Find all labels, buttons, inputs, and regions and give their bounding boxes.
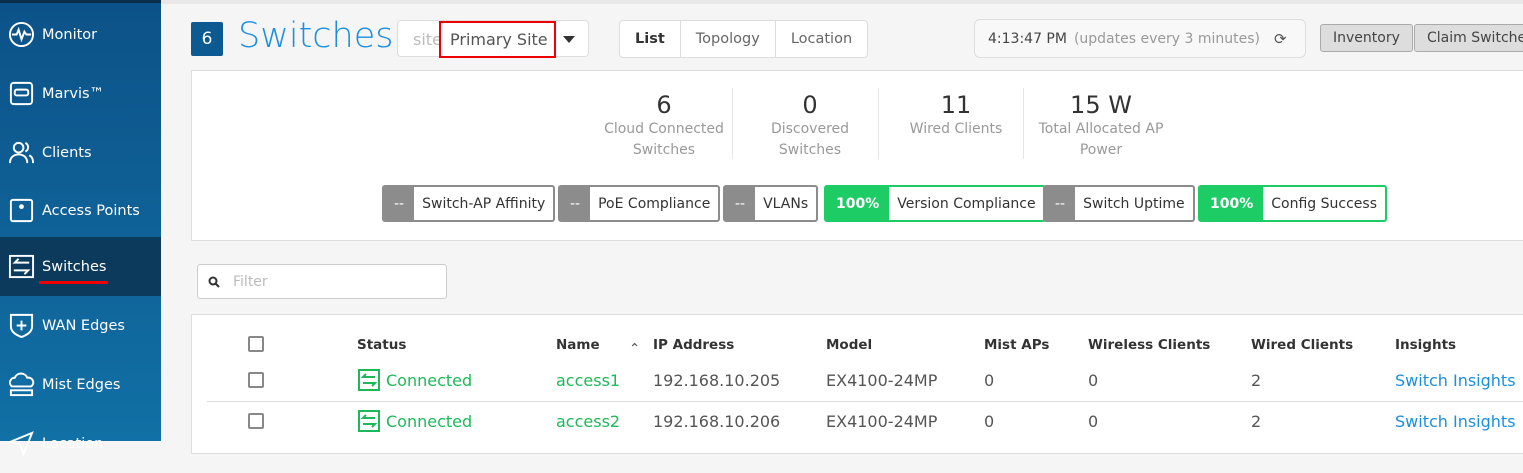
location-icon — [8, 431, 34, 457]
filter-input[interactable]: Filter — [197, 264, 447, 299]
access-point-icon — [9, 198, 34, 223]
ip-address: 192.168.10.206 — [653, 412, 781, 431]
sidebar-item-mist-edges[interactable]: Mist Edges — [0, 355, 161, 414]
badge-switch-uptime[interactable]: -- Switch Uptime — [1043, 185, 1195, 222]
row-checkbox[interactable] — [248, 413, 264, 429]
divider — [878, 88, 879, 159]
active-underline — [39, 281, 108, 284]
highlight-box — [439, 21, 556, 58]
last-update-time: 4:13:47 PM — [988, 30, 1067, 47]
sidebar-item-location[interactable]: Location — [0, 414, 161, 473]
site-label: site — [413, 30, 442, 49]
switches-table: Status Name ⌃ IP Address Model Mist APs … — [191, 314, 1523, 454]
stat-ap-power: 15 W Total Allocated AP Power — [1038, 91, 1164, 158]
site-selector[interactable]: site Primary Site — [397, 20, 589, 58]
model: EX4100-24MP — [826, 412, 938, 431]
tab-list[interactable]: List — [620, 21, 680, 57]
sidebar-item-switches[interactable]: Switches — [0, 237, 161, 296]
switch-insights-link[interactable]: Switch Insights — [1395, 412, 1516, 431]
switch-count-badge: 6 — [191, 22, 223, 56]
tab-topology[interactable]: Topology — [679, 21, 775, 57]
sidebar-item-wan-edges[interactable]: WAN Edges — [0, 296, 161, 355]
badge-vlans[interactable]: -- VLANs — [723, 185, 819, 222]
stat-discovered: 0 Discovered Switches — [770, 91, 850, 158]
top-border — [161, 0, 1523, 4]
sidebar-item-access-points[interactable]: Access Points — [0, 181, 161, 240]
update-note: (updates every 3 minutes) — [1073, 30, 1260, 47]
mist-aps: 0 — [984, 412, 995, 431]
table-row[interactable]: Connected access2 192.168.10.206 EX4100-… — [192, 356, 1523, 442]
badge-switch-ap-affinity[interactable]: -- Switch-AP Affinity — [382, 185, 556, 222]
chevron-down-icon[interactable] — [563, 36, 575, 43]
page-title: Switches — [238, 16, 394, 56]
wan-edge-icon — [9, 313, 34, 339]
status-connected: Connected — [386, 412, 473, 431]
wireless-clients: 0 — [1088, 412, 1099, 431]
tab-location[interactable]: Location — [774, 21, 867, 57]
inventory-button[interactable]: Inventory — [1320, 24, 1413, 52]
divider — [1023, 88, 1024, 159]
sidebar-item-monitor[interactable]: Monitor — [0, 5, 161, 64]
badge-config-success[interactable]: 100% Config Success — [1198, 185, 1387, 222]
monitor-icon — [8, 21, 35, 48]
search-icon — [208, 276, 220, 288]
mist-edge-icon — [9, 372, 35, 397]
badge-version-compliance[interactable]: 100% Version Compliance — [824, 185, 1046, 222]
refresh-icon[interactable]: ⟳ — [1274, 30, 1287, 48]
marvis-icon — [9, 81, 34, 106]
switch-status-icon — [358, 410, 380, 432]
switch-icon — [8, 254, 35, 279]
wired-clients: 2 — [1251, 412, 1262, 431]
claim-switches-button[interactable]: Claim Switches — [1414, 24, 1523, 52]
stat-cloud-connected: 6 Cloud Connected Switches — [604, 91, 724, 158]
sidebar-item-clients[interactable]: Clients — [0, 123, 161, 182]
view-toggle: List Topology Location — [619, 20, 869, 58]
sidebar-item-marvis[interactable]: Marvis™ — [0, 64, 161, 123]
stat-wired-clients: 11 Wired Clients — [909, 91, 1003, 137]
badge-poe-compliance[interactable]: -- PoE Compliance — [558, 185, 721, 222]
stats-panel: 6 Cloud Connected Switches 0 Discovered Swit… — [191, 70, 1523, 241]
sidebar: Monitor Marvis™ Clients Access Points Sw… — [0, 0, 161, 457]
clients-icon — [8, 141, 35, 164]
divider — [732, 88, 733, 159]
refresh-status: 4:13:47 PM (updates every 3 minutes) ⟳ — [974, 19, 1306, 58]
switch-name-link[interactable]: access2 — [556, 412, 620, 431]
